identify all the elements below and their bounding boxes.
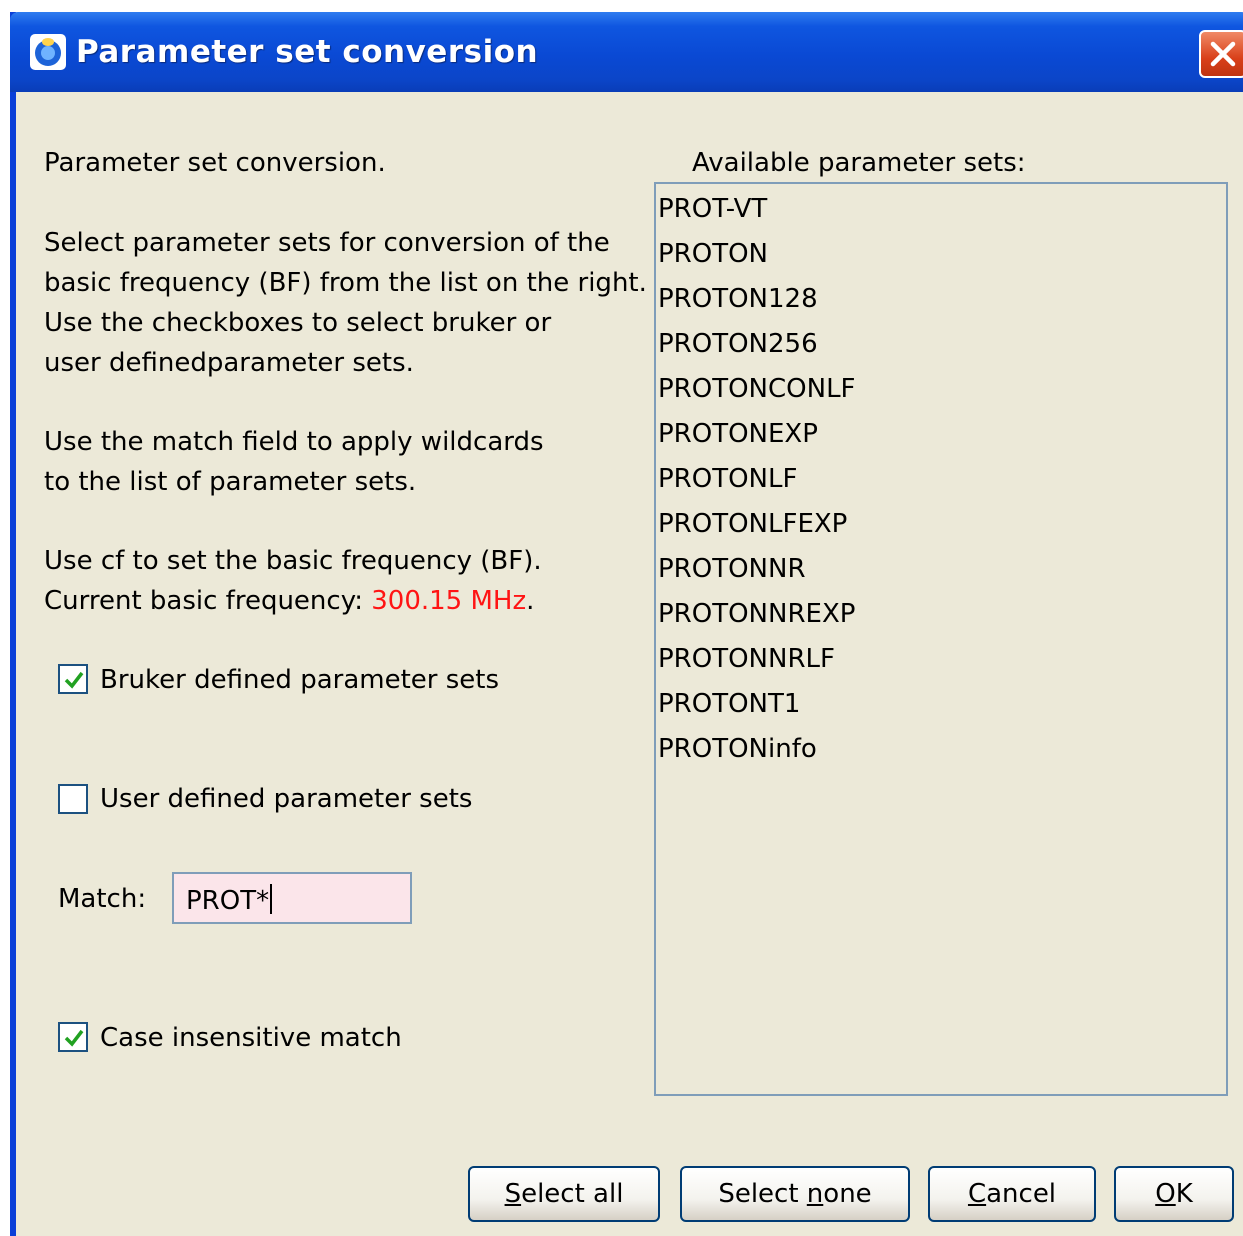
list-item[interactable]: PROTONNR [658, 554, 806, 584]
close-button[interactable] [1199, 30, 1243, 78]
mnemonic: C [967, 1179, 987, 1209]
instruction-line: Use cf to set the basic frequency (BF). [44, 546, 542, 576]
button-label: Select [718, 1179, 807, 1209]
list-item[interactable]: PROTONLF [658, 464, 797, 494]
select-all-button[interactable]: Select all [468, 1166, 660, 1222]
dialog-window: Parameter set conversion Parameter set c… [10, 12, 1243, 1236]
checkmark-icon [64, 1029, 84, 1047]
mnemonic: n [806, 1179, 824, 1209]
list-item[interactable]: PROTON256 [658, 329, 818, 359]
dialog-heading: Parameter set conversion. [44, 148, 386, 178]
match-input[interactable]: PROT* [172, 872, 412, 924]
button-label: elect all [521, 1179, 624, 1209]
mnemonic: S [504, 1179, 522, 1209]
list-item[interactable]: PROTON [658, 239, 768, 269]
user-checkbox[interactable] [58, 784, 88, 814]
instruction-line: Select parameter sets for conversion of … [44, 228, 610, 258]
frequency-label: Current basic frequency: [44, 586, 372, 616]
parameter-set-list[interactable]: PROT-VT PROTON PROTON128 PROTON256 PROTO… [654, 182, 1228, 1096]
instruction-line: user definedparameter sets. [44, 348, 414, 378]
list-item[interactable]: PROTONCONLF [658, 374, 856, 404]
list-item[interactable]: PROTONLFEXP [658, 509, 847, 539]
case-insensitive-label[interactable]: Case insensitive match [100, 1023, 402, 1053]
frequency-period: . [526, 586, 535, 616]
button-label: K [1175, 1179, 1193, 1209]
app-icon [30, 34, 66, 70]
list-label: Available parameter sets: [692, 148, 1026, 178]
window-title: Parameter set conversion [76, 34, 539, 70]
list-item[interactable]: PROTONT1 [658, 689, 800, 719]
match-label: Match: [58, 884, 147, 914]
list-item[interactable]: PROTONinfo [658, 734, 817, 764]
checkmark-icon [64, 671, 84, 689]
ok-button[interactable]: OK [1114, 1166, 1234, 1222]
button-label: one [823, 1179, 872, 1209]
cancel-button[interactable]: Cancel [928, 1166, 1096, 1222]
bruker-checkbox[interactable] [58, 664, 88, 694]
text-caret [270, 884, 273, 914]
frequency-value: 300.15 MHz [371, 586, 527, 616]
instruction-line: basic frequency (BF) from the list on th… [44, 268, 647, 298]
list-item[interactable]: PROTONEXP [658, 419, 818, 449]
list-item[interactable]: PROTON128 [658, 284, 818, 314]
close-icon [1210, 41, 1236, 67]
case-insensitive-checkbox[interactable] [58, 1022, 88, 1052]
select-none-button[interactable]: Select none [680, 1166, 910, 1222]
user-checkbox-label[interactable]: User defined parameter sets [100, 784, 472, 814]
instruction-line: to the list of parameter sets. [44, 467, 417, 497]
title-bar[interactable]: Parameter set conversion [10, 12, 1243, 92]
list-item[interactable]: PROTONNRLF [658, 644, 835, 674]
mnemonic: O [1155, 1179, 1176, 1209]
button-label: ancel [986, 1179, 1057, 1209]
match-input-value: PROT* [186, 886, 270, 916]
instruction-line: Use the match field to apply wildcards [44, 427, 544, 457]
list-item[interactable]: PROT-VT [658, 194, 767, 224]
list-item[interactable]: PROTONNREXP [658, 599, 855, 629]
instruction-line: Use the checkboxes to select bruker or [44, 308, 552, 338]
current-frequency-line: Current basic frequency: 300.15 MHz. [44, 586, 534, 616]
bruker-checkbox-label[interactable]: Bruker defined parameter sets [100, 665, 499, 695]
